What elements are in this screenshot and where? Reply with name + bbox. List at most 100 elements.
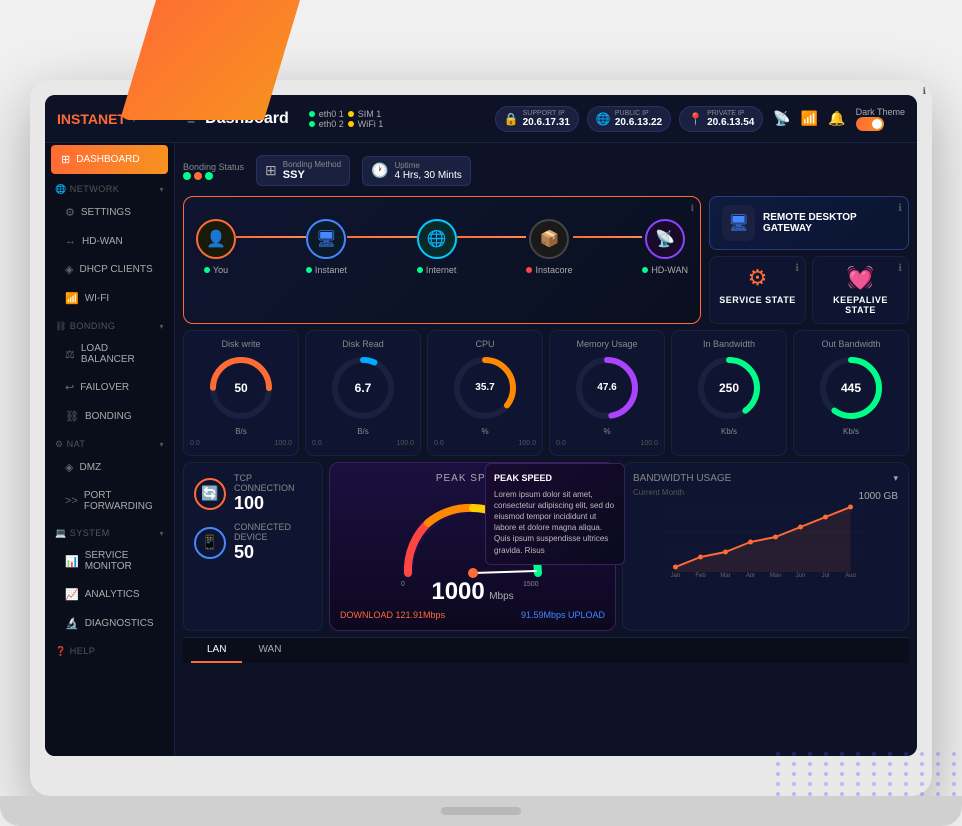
sidebar-label-portforwarding: PORT FORWARDING <box>84 490 164 512</box>
gauge-in-bw-svg: 250 <box>694 353 764 423</box>
sidebar-item-diagnostics[interactable]: 🔬 DIAGNOSTICS <box>45 609 174 638</box>
sidebar-item-dmz[interactable]: ◈ DMZ <box>45 453 174 482</box>
flow-node-you: 👤 You <box>196 219 236 275</box>
sidebar-label-bonding: BONDING <box>85 411 132 422</box>
keepalive-state-panel[interactable]: ℹ 💓 KEEPALIVE STATE <box>812 256 909 324</box>
app: INSTANET By LIVEBOX™ ≡ Dashboard eth0 1 … <box>45 95 917 756</box>
tab-wan[interactable]: WAN <box>242 638 297 663</box>
servicemonitor-icon: 📊 <box>65 555 79 568</box>
device-stat-label: CONNECTED DEVICE <box>234 522 312 542</box>
sidebar-label-dmz: DMZ <box>79 462 101 473</box>
sidebar-item-portforwarding[interactable]: >> PORT FORWARDING <box>45 482 174 520</box>
dark-theme-toggle[interactable] <box>856 117 884 131</box>
remote-desktop-icon: 🖥 <box>722 205 755 241</box>
support-ip-badge: 🔒 SUPPORT IP 20.6.17.31 <box>495 106 579 132</box>
bw-subtitle: Current Month <box>633 488 731 497</box>
main-layout: ⊞ DASHBOARD 🌐 NETWORK ▾ ⚙ SETTINGS ↔ <box>45 143 917 756</box>
status-dot-3 <box>205 172 213 180</box>
bell-icon[interactable]: 🔔 <box>828 110 845 127</box>
public-ip-label: PUBLIC IP <box>615 110 662 117</box>
sidebar-item-dhcp[interactable]: ◈ DHCP CLIENTS <box>45 255 174 284</box>
svg-text:47.6: 47.6 <box>597 382 617 393</box>
loadbalancer-icon: ⚖ <box>65 348 75 361</box>
sidebar-label-diagnostics: DIAGNOSTICS <box>85 618 154 629</box>
node-label-hdwan: HD-WAN <box>642 265 688 275</box>
wifi-icon[interactable]: 📶 <box>801 110 818 127</box>
eth-dot-2: eth0 2 WiFi 1 <box>309 119 384 129</box>
gauge-disk-read-svg: 6.7 <box>328 353 398 423</box>
speed-bottom: DOWNLOAD 121.91Mbps 91.59Mbps UPLOAD <box>340 610 605 620</box>
tcp-stat-value: 100 <box>234 493 312 514</box>
status-dot-1 <box>183 172 191 180</box>
remote-desktop-panel[interactable]: 🖥 REMOTE DESKTOP GATEWAY ℹ <box>709 196 909 250</box>
sidebar-item-bonding[interactable]: ⛓ BONDING <box>45 402 174 431</box>
tcp-icon-circle: 🔄 <box>194 478 226 510</box>
sidebar-group-bonding: ⛓ BONDING ▾ <box>45 313 174 335</box>
sidebar-item-servicemonitor[interactable]: 📊 SERVICE MONITOR <box>45 542 174 580</box>
gauge-disk-write-unit: B/s <box>235 427 247 436</box>
flow-line-3 <box>457 236 527 238</box>
gauge-memory-title: Memory Usage <box>576 339 637 349</box>
svg-text:6.7: 6.7 <box>355 381 372 395</box>
sidebar-item-failover[interactable]: ↩ FAILOVER <box>45 373 174 402</box>
svg-text:May: May <box>770 573 781 577</box>
bw-title: BANDWIDTH USAGE <box>633 473 731 484</box>
logo-text: INSTANET <box>57 111 126 127</box>
node-label-instanet: Instanet <box>306 265 347 275</box>
svg-text:1500: 1500 <box>523 581 539 588</box>
support-ip-label: SUPPORT IP <box>523 110 570 117</box>
flow-node-internet: 🌐 Internet <box>417 219 457 275</box>
uptime-label: Uptime <box>394 161 461 170</box>
flow-node-instanet: 🖥 Instanet <box>306 219 347 275</box>
node-dot-hdwan <box>642 267 648 273</box>
gauge-cpu: CPU 35.7 % 0.0100.0 <box>427 330 543 456</box>
node-icon-you: 👤 <box>196 219 236 259</box>
keepalive-state-icon: 💓 <box>847 265 874 291</box>
public-ip-value: 20.6.13.22 <box>615 117 662 128</box>
bw-menu[interactable]: ▾ <box>893 473 898 484</box>
portforwarding-icon: >> <box>65 495 78 507</box>
system-arrow: ▾ <box>159 529 164 538</box>
service-state-panel[interactable]: ℹ ⚙ SERVICE STATE <box>709 256 806 324</box>
remote-desktop-info: ℹ <box>898 203 902 214</box>
antenna-icon[interactable]: 📡 <box>773 110 790 127</box>
sidebar-label-servicemonitor: SERVICE MONITOR <box>85 550 164 572</box>
gauge-memory-unit: % <box>603 427 610 436</box>
toggle-knob <box>872 119 882 129</box>
speed-upload: 91.59Mbps UPLOAD <box>521 610 605 620</box>
network-flow: ℹ 👤 You <box>183 196 701 324</box>
node-label-internet: Internet <box>417 265 457 275</box>
bw-chart-svg: Jan Feb Mar Apr May Jun Jul Aug <box>633 497 898 577</box>
flow-info-icon: ℹ <box>691 203 694 214</box>
sidebar-label-dashboard: DASHBOARD <box>76 154 139 165</box>
peak-tooltip: PEAK SPEED Lorem ipsum dolor sit amet, c… <box>485 463 625 565</box>
node-icon-instanet: 🖥 <box>306 219 346 259</box>
right-panels: 🖥 REMOTE DESKTOP GATEWAY ℹ ℹ ⚙ SERVICE S… <box>709 196 909 324</box>
laptop-notch <box>441 807 521 815</box>
private-ip-label: PRIVATE IP <box>707 110 754 117</box>
tab-lan[interactable]: LAN <box>191 638 242 663</box>
svg-text:Apr: Apr <box>746 573 755 577</box>
sidebar-item-settings[interactable]: ⚙ SETTINGS <box>45 198 174 227</box>
sidebar-item-analytics[interactable]: 📈 ANALYTICS <box>45 580 174 609</box>
svg-text:Jun: Jun <box>796 573 806 577</box>
sidebar-item-dashboard[interactable]: ⊞ DASHBOARD <box>51 145 168 174</box>
sidebar-label-analytics: ANALYTICS <box>85 589 140 600</box>
node-dot-instacore <box>526 267 532 273</box>
sidebar-item-hdwan[interactable]: ↔ HD-WAN <box>45 227 174 255</box>
support-ip-icon: 🔒 <box>504 112 519 126</box>
node-dot-you <box>204 267 210 273</box>
private-ip-icon: 📍 <box>688 112 703 126</box>
sidebar-label-hdwan: HD-WAN <box>82 236 123 247</box>
sidebar-item-loadbalancer[interactable]: ⚖ LOAD BALANCER <box>45 335 174 373</box>
svg-text:50: 50 <box>234 381 248 395</box>
node-dot-instanet <box>306 267 312 273</box>
tcp-stat-info: TCP CONNECTION 100 <box>234 473 312 514</box>
analytics-icon: 📈 <box>65 588 79 601</box>
sidebar-item-wifi[interactable]: 📶 WI-FI <box>45 284 174 313</box>
svg-text:0: 0 <box>401 581 405 588</box>
gauge-cpu-svg: 35.7 <box>450 353 520 423</box>
content: Bonding Status ⊞ <box>175 143 917 756</box>
dark-theme-area: Dark Theme <box>856 107 905 131</box>
dhcp-icon: ◈ <box>65 263 73 276</box>
